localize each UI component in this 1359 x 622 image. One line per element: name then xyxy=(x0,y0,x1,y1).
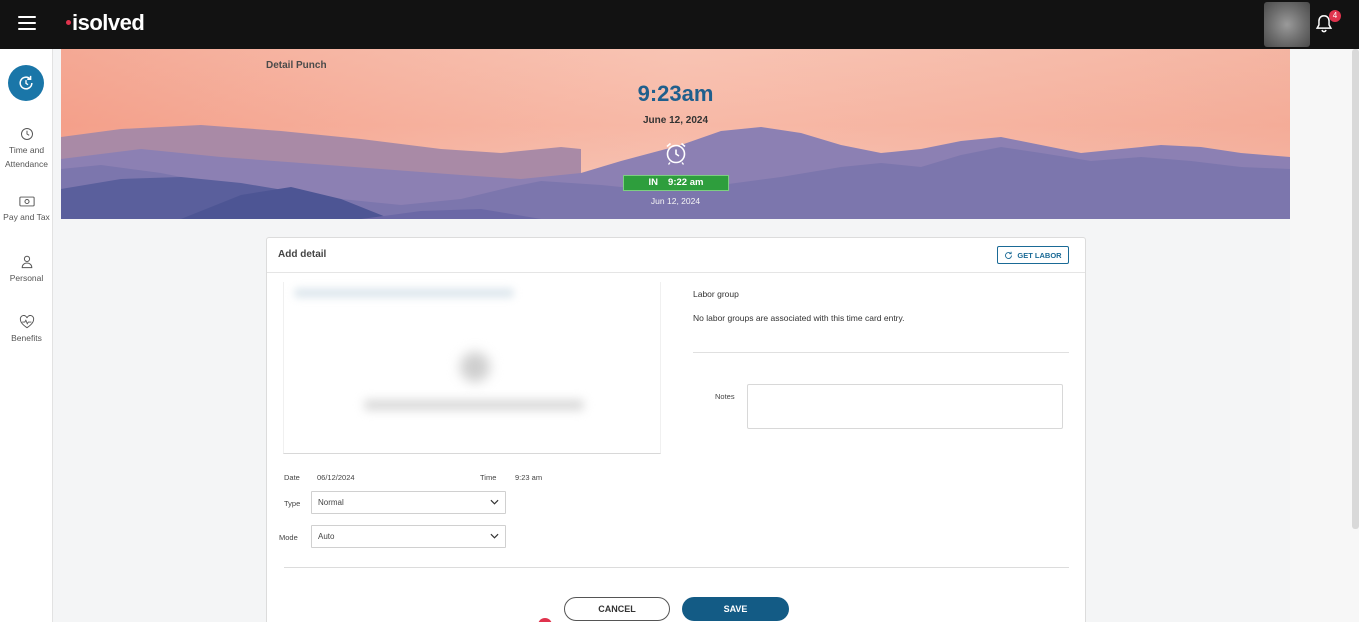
sidebar-item-label: Pay and Tax xyxy=(3,212,50,222)
sidebar-item-label: Benefits xyxy=(11,333,42,343)
card-header: Add detail GET LABOR xyxy=(267,238,1085,273)
time-value: 9:23 am xyxy=(515,473,543,482)
heart-pulse-icon xyxy=(19,315,34,329)
current-date: June 12, 2024 xyxy=(642,115,709,126)
sidebar: Time and Attendance Pay and Tax Personal… xyxy=(0,49,53,622)
chevron-down-icon xyxy=(490,499,499,505)
current-time: 9:23am xyxy=(637,81,714,106)
person-icon xyxy=(21,255,32,269)
save-button[interactable]: SAVE xyxy=(682,597,789,621)
card-title: Add detail xyxy=(278,249,327,260)
sidebar-item-label: Time and xyxy=(8,145,45,155)
hero-banner: Detail Punch 9:23am June 12, 2024 IN 9:22… xyxy=(61,49,1290,219)
divider xyxy=(284,567,1069,568)
sidebar-item-time-attendance[interactable]: Time and Attendance xyxy=(0,127,53,171)
mode-select-value: Auto xyxy=(318,532,335,541)
get-labor-label: GET LABOR xyxy=(1017,250,1062,260)
blurred-photo-area xyxy=(283,282,661,454)
time-label: Time xyxy=(480,473,497,482)
scrollbar[interactable] xyxy=(1352,49,1359,529)
type-select[interactable]: Normal xyxy=(311,491,506,514)
punch-time: 9:22 am xyxy=(668,177,704,188)
top-bar: isolved 4 xyxy=(0,0,1359,49)
clock-icon xyxy=(20,128,33,140)
notification-badge: 4 xyxy=(1329,10,1341,22)
blurred-content xyxy=(294,288,514,298)
punch-direction: IN xyxy=(648,177,659,188)
refresh-icon xyxy=(1005,251,1013,259)
type-label: Type xyxy=(284,499,301,508)
page-title: Detail Punch xyxy=(266,60,327,71)
sidebar-item-label: Attendance xyxy=(4,159,48,169)
punch-date: Jun 12, 2024 xyxy=(650,196,701,206)
mode-select[interactable]: Auto xyxy=(311,525,506,548)
page-gutter xyxy=(1290,49,1359,622)
type-select-value: Normal xyxy=(318,498,344,507)
get-labor-button[interactable]: GET LABOR xyxy=(997,246,1069,264)
notes-label: Notes xyxy=(715,392,735,401)
sidebar-item-personal[interactable]: Personal xyxy=(0,254,53,285)
money-icon xyxy=(18,196,35,207)
clock-refresh-icon xyxy=(19,75,33,90)
labor-group-title: Labor group xyxy=(693,289,739,299)
sidebar-item-label: Personal xyxy=(9,273,44,283)
chevron-down-icon xyxy=(490,533,499,539)
avatar[interactable] xyxy=(1264,2,1310,47)
date-value: 06/12/2024 xyxy=(317,473,355,482)
labor-group-empty-text: No labor groups are associated with this… xyxy=(693,313,905,323)
mountain-background xyxy=(61,49,1290,219)
add-detail-card: Add detail GET LABOR Date 06/12/2024 Tim… xyxy=(266,237,1086,622)
blurred-content xyxy=(364,400,584,410)
sidebar-item-benefits[interactable]: Benefits xyxy=(0,315,53,345)
menu-icon[interactable] xyxy=(18,16,36,30)
timeclock-home-button[interactable] xyxy=(8,65,44,101)
punch-status-badge: IN 9:22 am xyxy=(623,175,729,191)
blurred-content xyxy=(460,352,490,382)
date-label: Date xyxy=(284,473,300,482)
sidebar-item-pay-tax[interactable]: Pay and Tax xyxy=(0,195,53,224)
brand-logo[interactable]: isolved xyxy=(66,10,145,36)
alarm-clock-icon xyxy=(666,142,686,165)
mode-label: Mode xyxy=(279,533,298,542)
divider xyxy=(693,352,1069,353)
cancel-button[interactable]: CANCEL xyxy=(564,597,670,621)
notes-input[interactable] xyxy=(747,384,1063,429)
